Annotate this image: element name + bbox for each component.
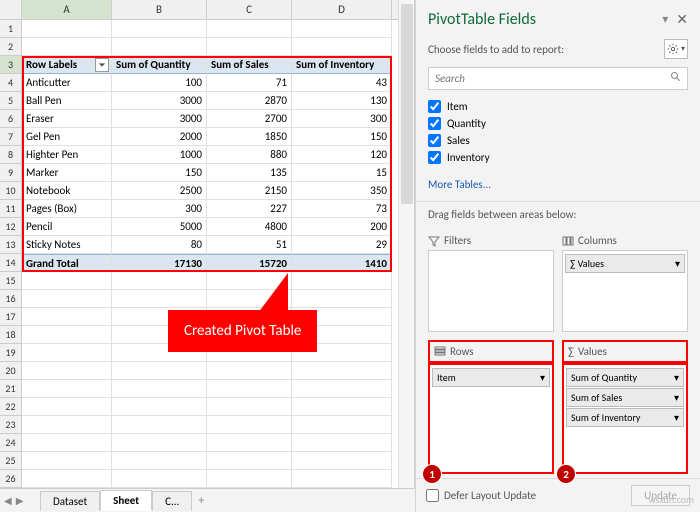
sheet-tab-sheet[interactable]: Sheet — [100, 490, 152, 511]
filters-area-header: Filters — [428, 231, 554, 250]
rows-icon — [434, 345, 446, 357]
more-tables-link[interactable]: More Tables... — [416, 172, 700, 197]
value-pill[interactable]: Sum of Sales▾ — [566, 388, 684, 407]
sigma-icon: ∑ — [568, 345, 574, 358]
watermark: wsxdn.com — [649, 493, 694, 506]
col-header-a[interactable]: A — [22, 0, 112, 19]
col-header-d[interactable]: D — [292, 0, 392, 19]
annotation-callout-pointer — [258, 273, 288, 313]
columns-drop-area[interactable]: ∑ Values▾ — [562, 250, 688, 332]
defer-layout-checkbox[interactable]: Defer Layout Update — [426, 489, 536, 502]
close-icon[interactable]: ✕ — [676, 11, 688, 28]
field-inventory[interactable]: Inventory — [428, 149, 688, 166]
rows-area-header: Rows — [428, 340, 554, 363]
sheet-tab-dataset[interactable]: Dataset — [40, 491, 100, 511]
pane-title: PivotTable Fields — [428, 10, 536, 29]
pivot-row-labels-header[interactable]: Row Labels — [22, 56, 112, 74]
sheet-tab-truncated[interactable]: C... — [152, 491, 192, 511]
field-checkbox[interactable] — [428, 151, 441, 164]
pivot-fields-pane: PivotTable Fields ▾ ✕ Choose fields to a… — [415, 0, 700, 512]
field-list: Item Quantity Sales Inventory — [416, 98, 700, 172]
search-input[interactable] — [428, 67, 688, 90]
spreadsheet-area: A B C D 1 2 3 Row Labels Sum of Quantity… — [0, 0, 415, 512]
value-pill[interactable]: Sum of Quantity▾ — [566, 368, 684, 387]
field-sales[interactable]: Sales — [428, 132, 688, 149]
row-labels-filter-button[interactable] — [95, 58, 109, 72]
pivot-col-header[interactable]: Sum of Sales — [207, 56, 292, 74]
col-header-b[interactable]: B — [112, 0, 207, 19]
annotation-badge-1: 1 — [422, 464, 442, 484]
row-pill-item[interactable]: Item▾ — [432, 368, 550, 387]
column-headers: A B C D — [0, 0, 414, 20]
search-icon — [670, 71, 682, 87]
gear-button[interactable]: ▾ — [664, 39, 688, 59]
columns-area-header: Columns — [562, 231, 688, 250]
rows-drop-area[interactable]: Item▾ — [428, 363, 554, 475]
annotation-callout: Created Pivot Table — [168, 310, 317, 352]
pivot-col-header[interactable]: Sum of Inventory — [292, 56, 392, 74]
filters-drop-area[interactable] — [428, 250, 554, 332]
drag-instruction: Drag fields between areas below: — [416, 201, 700, 227]
value-pill[interactable]: Sum of Inventory▾ — [566, 408, 684, 427]
gear-icon — [667, 43, 679, 55]
values-area-header: ∑ Values — [562, 340, 688, 363]
col-header-c[interactable]: C — [207, 0, 292, 19]
columns-icon — [562, 235, 574, 247]
annotation-badge-2: 2 — [556, 464, 576, 484]
pane-subtitle: Choose fields to add to report: — [428, 43, 564, 56]
pivot-col-header[interactable]: Sum of Quantity — [112, 56, 207, 74]
field-checkbox[interactable] — [428, 100, 441, 113]
select-all-corner[interactable] — [0, 0, 22, 19]
tab-nav-arrows[interactable]: ◀▶ — [4, 494, 23, 507]
areas-grid: Filters Columns ∑ Values▾ Rows — [416, 227, 700, 478]
vertical-scrollbar[interactable] — [398, 0, 414, 488]
sheet-tabs-bar: ◀▶ Dataset Sheet C... + — [0, 488, 415, 512]
field-checkbox[interactable] — [428, 134, 441, 147]
field-item[interactable]: Item — [428, 98, 688, 115]
add-sheet-button[interactable]: + — [192, 491, 210, 511]
field-quantity[interactable]: Quantity — [428, 115, 688, 132]
values-drop-area[interactable]: Sum of Quantity▾ Sum of Sales▾ Sum of In… — [562, 363, 688, 475]
chevron-down-icon[interactable]: ▾ — [662, 12, 668, 27]
column-pill-values[interactable]: ∑ Values▾ — [565, 254, 685, 273]
grid-body[interactable]: 1 2 3 Row Labels Sum of Quantity Sum of … — [0, 20, 414, 506]
field-checkbox[interactable] — [428, 117, 441, 130]
filter-icon — [428, 235, 440, 247]
